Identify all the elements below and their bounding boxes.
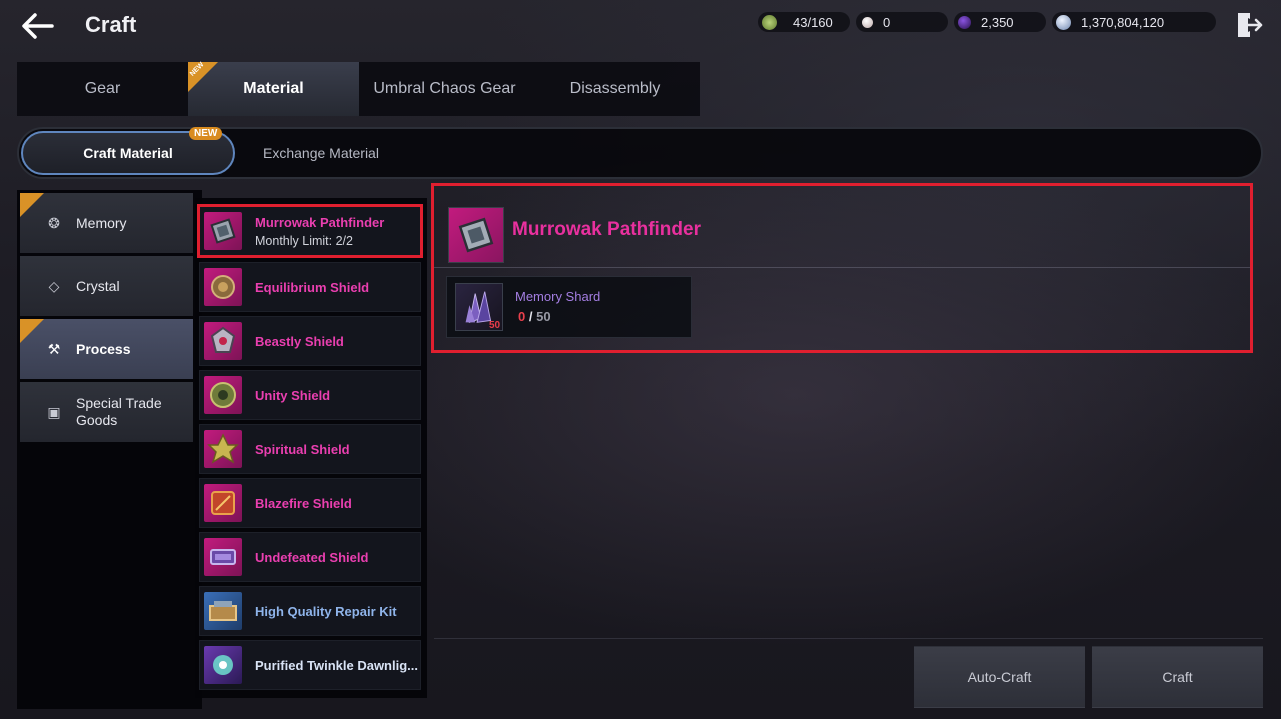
item-name: Murrowak Pathfinder [255, 214, 385, 230]
item-name: Spiritual Shield [255, 441, 350, 457]
divider [434, 267, 1250, 268]
currency-silver: 1,370,804,120 [1052, 12, 1216, 32]
item-name: Unity Shield [255, 387, 331, 403]
material-count: 0 / 50 [518, 309, 551, 324]
new-badge [20, 319, 44, 343]
item-name: Beastly Shield [255, 333, 344, 349]
memory-icon: ❂ [48, 214, 60, 231]
item-thumbnail [204, 322, 242, 360]
item-name: High Quality Repair Kit [255, 603, 397, 619]
item-name: Equilibrium Shield [255, 279, 370, 295]
item-list: Murrowak Pathfinder Monthly Limit: 2/2 E… [195, 198, 427, 698]
category-label: Memory [76, 215, 127, 231]
category-list: ❂ Memory ◇ Crystal ⚒ Process ▣ Special T… [17, 190, 202, 709]
list-item[interactable]: High Quality Repair Kit [199, 586, 421, 636]
tab-label: Disassembly [569, 80, 661, 97]
detail-item-title: Murrowak Pathfinder [512, 219, 701, 240]
list-item[interactable]: Murrowak Pathfinder Monthly Limit: 2/2 [197, 204, 423, 258]
top-bar: Craft 43/160 0 2,350 1,370,804,120 [0, 0, 1281, 52]
category-crystal[interactable]: ◇ Crystal [20, 256, 193, 316]
subtab-label: Craft Material [83, 145, 173, 161]
category-label: Special Trade Goods [76, 395, 162, 428]
material-owned: 0 [518, 309, 526, 324]
hammer-icon: ⚒ [47, 340, 61, 357]
currency-value: 0 [883, 14, 891, 30]
list-item[interactable]: Purified Twinkle Dawnlig... [199, 640, 421, 690]
sub-tab-bar: Craft Material NEW Exchange Material [17, 127, 1263, 179]
item-thumbnail [204, 212, 242, 250]
required-material[interactable]: 50 Memory Shard 0 / 50 [446, 276, 692, 338]
detail-item-thumbnail [448, 207, 504, 263]
item-thumbnail [204, 484, 242, 522]
pearl-icon [862, 16, 873, 28]
material-separator: / [528, 309, 533, 324]
item-thumbnail [204, 430, 242, 468]
tab-label: Material [243, 80, 304, 97]
tab-umbral-chaos-gear[interactable]: Umbral Chaos Gear [359, 62, 530, 116]
currency-value: 1,370,804,120 [1081, 14, 1165, 30]
currency-pearl: 0 [856, 12, 948, 32]
material-required: 50 [536, 309, 551, 324]
item-thumbnail [204, 646, 242, 684]
memory-shard-icon: 50 [455, 283, 503, 331]
currency-value: 43/160 [793, 14, 833, 30]
item-thumbnail [204, 538, 242, 576]
page-title: Craft [85, 12, 137, 37]
list-item[interactable]: Undefeated Shield [199, 532, 421, 582]
tab-material[interactable]: NEW Material [188, 61, 359, 116]
subtab-exchange-material[interactable]: Exchange Material [263, 145, 379, 161]
item-thumbnail [204, 592, 242, 630]
item-name: Purified Twinkle Dawnlig... [255, 657, 419, 673]
trade-goods-icon: ▣ [47, 403, 61, 420]
currency-value: 2,350 [981, 14, 1014, 30]
craft-button[interactable]: Craft [1092, 646, 1263, 708]
item-thumbnail [204, 268, 242, 306]
main-tabs: Gear NEW Material Umbral Chaos Gear Disa… [17, 61, 700, 116]
tab-gear[interactable]: Gear [17, 62, 188, 116]
material-quantity-badge: 50 [489, 320, 501, 331]
tab-label: Umbral Chaos Gear [373, 80, 516, 97]
item-monthly-limit: Monthly Limit: 2/2 [255, 233, 353, 248]
dark-orb-icon [958, 15, 971, 29]
tab-label: Gear [84, 80, 121, 97]
new-badge [20, 193, 44, 217]
list-item[interactable]: Blazefire Shield [199, 478, 421, 528]
currency-dark-orb: 2,350 [954, 12, 1046, 32]
crystal-icon: ◇ [48, 277, 60, 294]
category-process[interactable]: ⚒ Process [20, 319, 193, 379]
category-label: Process [76, 341, 131, 357]
subtab-craft-material[interactable]: Craft Material NEW [21, 127, 235, 175]
auto-craft-button[interactable]: Auto-Craft [914, 646, 1085, 708]
list-item[interactable]: Equilibrium Shield [199, 262, 421, 312]
exit-icon[interactable] [1234, 10, 1264, 40]
divider [434, 638, 1263, 639]
item-name: Undefeated Shield [255, 549, 369, 565]
material-name: Memory Shard [515, 289, 601, 304]
back-arrow-icon[interactable] [18, 8, 58, 44]
category-special-trade-goods[interactable]: ▣ Special Trade Goods [20, 382, 193, 442]
list-item[interactable]: Spiritual Shield [199, 424, 421, 474]
currency-spirit-energy: 43/160 [758, 12, 850, 32]
silver-coin-icon [1056, 14, 1071, 30]
category-label: Crystal [76, 278, 120, 294]
spirit-energy-icon [762, 14, 777, 30]
new-badge: NEW [189, 127, 223, 140]
item-name: Blazefire Shield [255, 495, 352, 511]
list-item[interactable]: Beastly Shield [199, 316, 421, 366]
category-memory[interactable]: ❂ Memory [20, 193, 193, 253]
list-item[interactable]: Unity Shield [199, 370, 421, 420]
item-thumbnail [204, 376, 242, 414]
craft-detail-panel: Murrowak Pathfinder 50 Memory Shard 0 / … [431, 183, 1253, 353]
tab-disassembly[interactable]: Disassembly [530, 62, 700, 116]
